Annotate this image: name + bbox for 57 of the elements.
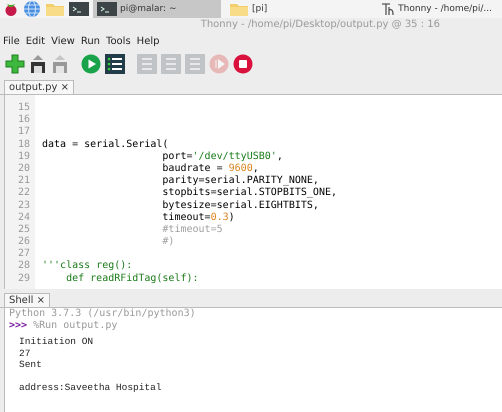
line-number: 22 <box>16 187 31 200</box>
taskbar-button[interactable]: Thonny - /home/pi/... <box>377 0 496 18</box>
menu-item[interactable]: Tools <box>106 36 131 50</box>
menu-item[interactable]: View <box>51 36 75 50</box>
open-icon[interactable] <box>29 54 47 74</box>
code-line: baudrate = 9600, <box>161 162 259 174</box>
new-file-icon[interactable] <box>5 54 25 74</box>
code-line: timeout=0.3) <box>161 212 235 223</box>
code-line: data = serial.Serial( <box>42 138 168 150</box>
code-line: def readRFidTag(self): <box>65 272 199 284</box>
code-line: port='/dev/ttyUSB0', <box>161 150 283 162</box>
line-number: 26 <box>16 236 31 248</box>
folder-icon <box>229 1 249 17</box>
line-number: 28 <box>16 260 31 273</box>
line-number: 16 <box>16 114 31 126</box>
shell-output: 27 <box>19 348 30 358</box>
line-number: 21 <box>16 175 31 188</box>
shell-output: Sent <box>19 359 42 370</box>
debug-icon[interactable] <box>105 54 125 74</box>
menu-item[interactable]: Run <box>80 36 100 50</box>
code-line: #timeout=5 <box>161 224 223 235</box>
menu-item[interactable]: File <box>3 36 20 50</box>
code-line: #) <box>161 236 174 248</box>
shell-output: address:Saveetha Hospital <box>19 382 162 393</box>
python-version-text: Python 3.7.3 (/usr/bin/python3) <box>9 308 196 319</box>
code-editor[interactable] <box>4 95 502 289</box>
line-number: 15 <box>16 102 31 114</box>
editor-tab[interactable]: output.py × <box>4 80 74 94</box>
line-number: 24 <box>16 212 31 224</box>
globe-icon[interactable] <box>23 0 41 18</box>
code-line: bytesize=serial.EIGHTBITS, <box>161 200 319 210</box>
shell-tab[interactable]: Shell × <box>4 293 50 307</box>
line-number: 19 <box>16 150 31 163</box>
line-number: 23 <box>16 200 31 212</box>
shell-command: %Run output.py <box>33 320 118 331</box>
terminal-icon[interactable] <box>69 1 89 17</box>
line-number: 25 <box>16 224 31 236</box>
code-line: stopbits=serial.STOPBITS_ONE, <box>161 187 338 198</box>
line-number: 29 <box>16 272 31 285</box>
taskbar-button[interactable]: [pi] <box>225 0 353 18</box>
raspberry-icon[interactable] <box>3 1 19 17</box>
line-number: 17 <box>16 126 31 139</box>
taskbar-button[interactable]: pi@malar: ~ <box>93 0 221 18</box>
terminal-icon <box>97 2 117 16</box>
menu-item[interactable]: Edit <box>26 36 46 50</box>
shell-prompt: >>> <box>9 320 28 331</box>
shell-panel[interactable]: Python 3.7.3 (/usr/bin/python3) >>> %Run output.py Initiation ON 27 Sent address:Saveetha Hospital <box>4 308 502 412</box>
code-line: '''class reg(): <box>42 260 132 272</box>
line-number: 18 <box>16 138 31 151</box>
stop-icon[interactable] <box>233 54 253 74</box>
window-title: Thonny - /home/pi/Desktop/output.py @ 35 : 16 <box>200 19 440 30</box>
line-number: 20 <box>16 162 31 176</box>
thonny-icon <box>381 2 396 16</box>
menu-item[interactable]: Help <box>136 36 160 50</box>
code-line: parity=serial.PARITY_NONE, <box>161 175 319 186</box>
shell-output: Initiation ON <box>19 336 94 347</box>
line-number: 27 <box>16 248 31 260</box>
